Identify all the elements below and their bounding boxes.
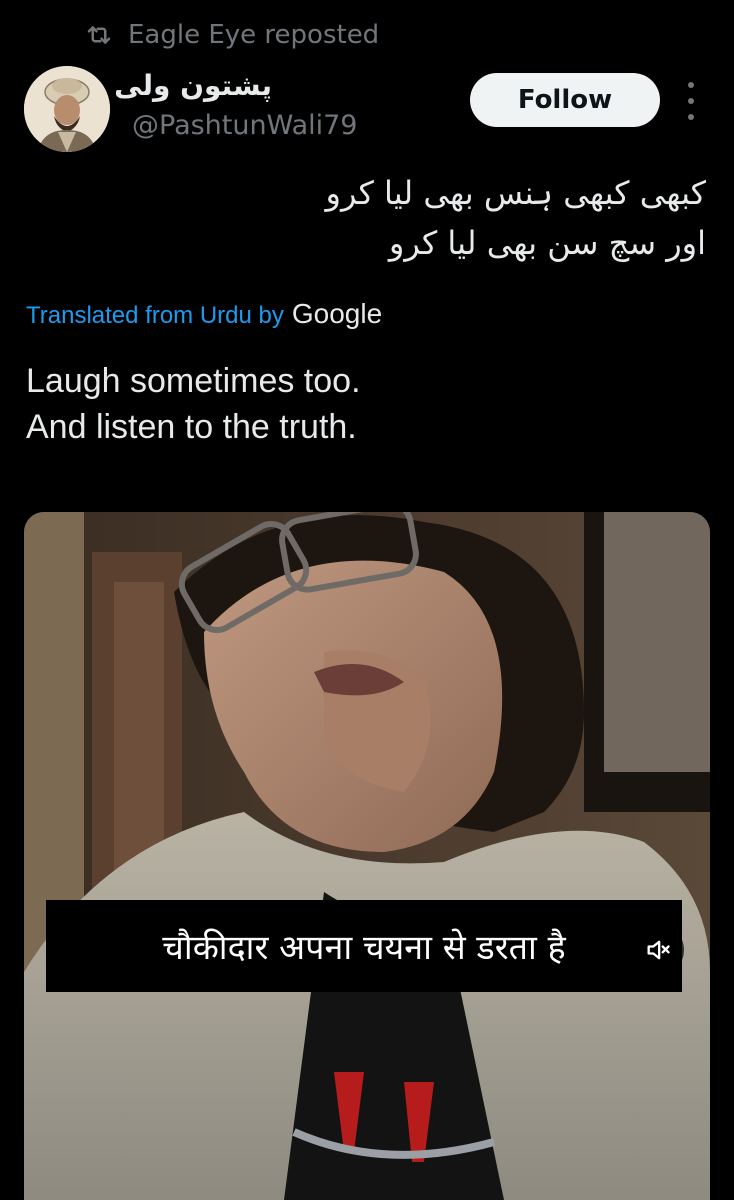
speaker-muted-icon[interactable]	[632, 924, 684, 976]
repost-indicator[interactable]: Eagle Eye reposted	[84, 18, 379, 52]
repost-icon	[87, 26, 111, 44]
tweet-line: اور سچ سن بھی لیا کرو	[388, 224, 706, 262]
video-frame	[24, 512, 710, 1200]
more-dot	[688, 82, 694, 88]
translation-attribution[interactable]: Translated from Urdu by Google	[26, 298, 382, 330]
more-dot	[688, 98, 694, 104]
translated-text: Laugh sometimes too. And listen to the t…	[26, 358, 361, 450]
author-display-name[interactable]: پشتون ولی	[114, 66, 272, 106]
tweet-text: کبھی کبھی ہنس بھی لیا کرو اور سچ سن بھی …	[186, 168, 706, 268]
video-subtitle: चौकीदार अपना चयना से डरता है	[46, 900, 682, 992]
repost-text: Eagle Eye reposted	[128, 20, 380, 50]
more-dot	[688, 114, 694, 120]
video-player[interactable]: चौकीदार अपना चयना से डरता है	[24, 512, 710, 1200]
avatar-portrait	[24, 66, 110, 152]
author-handle[interactable]: @PashtunWali79	[132, 108, 357, 144]
follow-button[interactable]: Follow	[470, 73, 660, 127]
google-logo: Google	[291, 298, 383, 329]
translated-line: And listen to the truth.	[26, 408, 357, 446]
more-options-icon[interactable]	[680, 82, 702, 120]
avatar[interactable]	[24, 66, 110, 152]
translated-line: Laugh sometimes too.	[26, 362, 361, 400]
tweet-line: کبھی کبھی ہنس بھی لیا کرو	[325, 174, 706, 212]
translated-from-link[interactable]: Translated from Urdu by	[26, 302, 284, 330]
